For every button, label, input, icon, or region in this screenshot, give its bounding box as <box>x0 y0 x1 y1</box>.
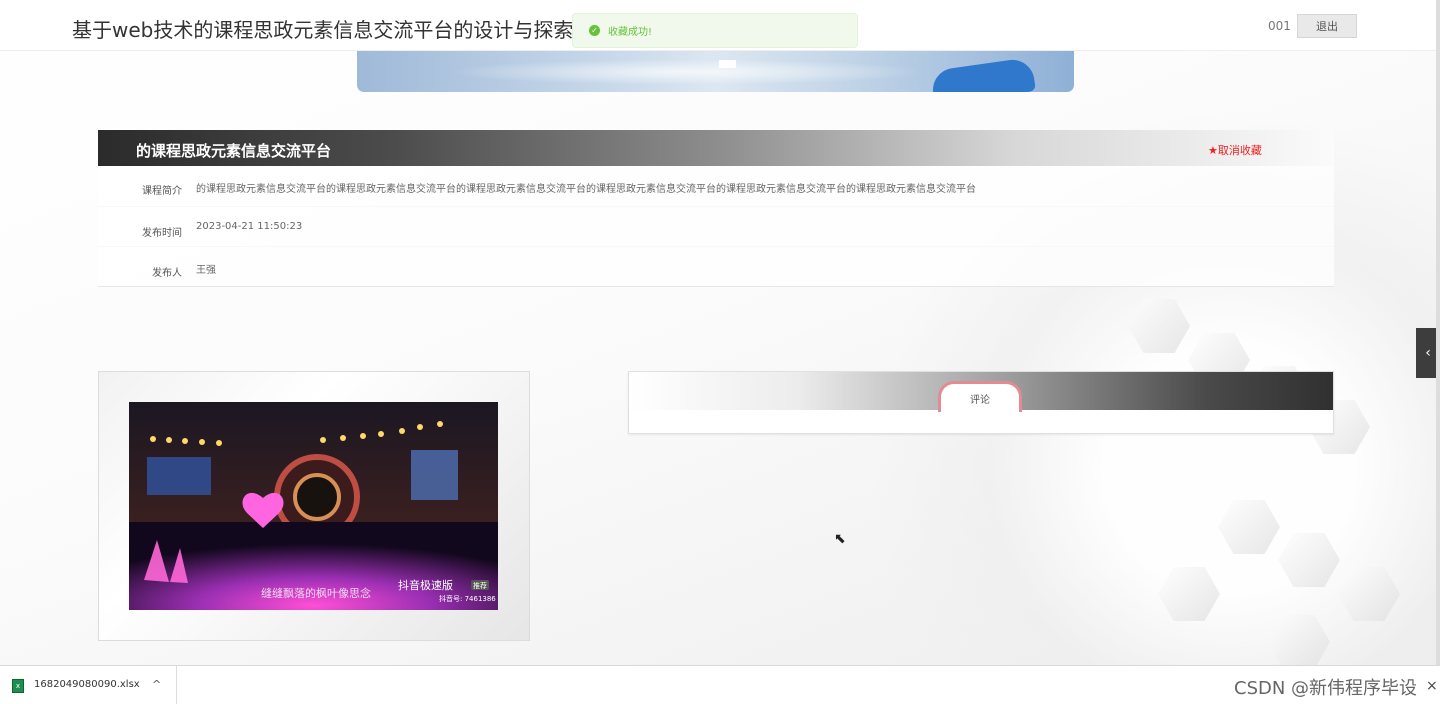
site-title: 基于web技术的课程思政元素信息交流平台的设计与探索 <box>72 18 574 42</box>
media-card: 缝缝飘落的枫叶像思念 抖音极速版 推荐 抖音号: 7461386 <box>98 371 530 641</box>
close-download-icon[interactable]: × <box>1426 678 1438 694</box>
course-summary-value: 的课程思政元素信息交流平台的课程思政元素信息交流平台的课程思政元素信息交流平台的… <box>196 184 976 195</box>
publisher-label: 发布人 <box>152 268 182 279</box>
video-caption: 缝缝飘落的枫叶像思念 <box>261 586 371 600</box>
download-options-icon[interactable]: ^ <box>152 678 161 691</box>
publisher-value: 王强 <box>196 265 216 276</box>
toast-message: 收藏成功! <box>608 27 653 38</box>
publish-time-row: 发布时间 2023-04-21 11:50:23 <box>98 206 1334 247</box>
favorite-toggle[interactable]: ★取消收藏 <box>1208 142 1262 158</box>
download-divider <box>176 666 177 704</box>
course-banner <box>357 50 1074 92</box>
success-toast: ✓ 收藏成功! <box>572 13 858 48</box>
mouse-pointer-icon: ⬉ <box>834 531 846 547</box>
banner-indicator <box>719 60 736 68</box>
brand-tag: 推荐 <box>473 581 487 590</box>
video-id: 抖音号: 7461386 <box>439 594 496 603</box>
publish-time-label: 发布时间 <box>142 228 182 239</box>
csdn-watermark: CSDN @新伟程序毕设 <box>1234 678 1418 699</box>
app-brand: 抖音极速版 <box>398 578 453 592</box>
course-summary-label: 课程简介 <box>142 186 182 197</box>
page-scrollbar[interactable] <box>1436 0 1440 665</box>
excel-file-icon: x <box>12 679 24 693</box>
concert-video-thumbnail[interactable]: 缝缝飘落的枫叶像思念 抖音极速版 推荐 抖音号: 7461386 <box>129 402 498 610</box>
comment-panel: 评论 <box>628 371 1334 434</box>
user-name: 001 <box>1268 19 1291 33</box>
banner-cloud <box>427 58 947 86</box>
check-circle-icon: ✓ <box>589 25 600 36</box>
stage-center-ring <box>293 473 341 521</box>
download-bar: x 1682049080090.xlsx ^ CSDN @新伟程序毕设 × <box>0 665 1440 704</box>
left-stage-screen <box>147 457 211 495</box>
logout-button[interactable]: 退出 <box>1297 14 1357 38</box>
download-file-name[interactable]: 1682049080090.xlsx <box>34 679 140 690</box>
course-summary-row: 课程简介 的课程思政元素信息交流平台的课程思政元素信息交流平台的课程思政元素信息… <box>98 166 1334 207</box>
publisher-row: 发布人 王强 <box>98 246 1334 287</box>
course-header: 的课程思政元素信息交流平台 ★取消收藏 <box>98 130 1334 166</box>
course-title: 的课程思政元素信息交流平台 <box>136 142 332 160</box>
publish-time-value: 2023-04-21 11:50:23 <box>196 221 303 232</box>
right-stage-screen <box>411 450 458 500</box>
comment-tab[interactable]: 评论 <box>938 381 1022 412</box>
